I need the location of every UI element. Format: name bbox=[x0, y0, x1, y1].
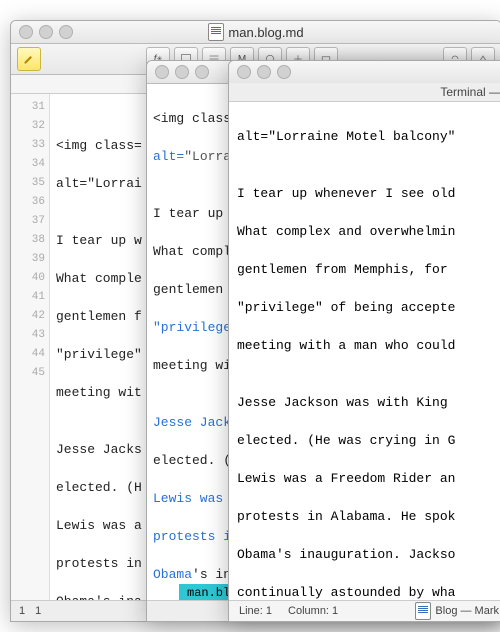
window-controls bbox=[19, 25, 73, 39]
status-column: Column: 1 bbox=[288, 605, 338, 617]
zoom-icon[interactable] bbox=[277, 65, 291, 79]
titlebar[interactable]: man.blog.md bbox=[11, 21, 500, 44]
close-icon[interactable] bbox=[155, 65, 169, 79]
minimize-icon[interactable] bbox=[175, 65, 189, 79]
close-icon[interactable] bbox=[237, 65, 251, 79]
titlebar[interactable] bbox=[229, 61, 500, 84]
window-controls bbox=[155, 65, 209, 79]
terminal-status-bar: Line: 1 Column: 1 Blog — Mark bbox=[229, 600, 500, 621]
zoom-icon[interactable] bbox=[195, 65, 209, 79]
line-gutter: 313233343536373839404142434445 bbox=[11, 94, 50, 622]
status-mode: Blog — Mark bbox=[435, 605, 499, 617]
pencil-icon[interactable] bbox=[17, 47, 41, 71]
close-icon[interactable] bbox=[19, 25, 33, 39]
zoom-icon[interactable] bbox=[59, 25, 73, 39]
minimize-icon[interactable] bbox=[257, 65, 271, 79]
status-col: 1 bbox=[35, 605, 41, 617]
window-controls bbox=[237, 65, 291, 79]
minimize-icon[interactable] bbox=[39, 25, 53, 39]
terminal-body[interactable]: alt="Lorraine Motel balcony" I tear up w… bbox=[229, 102, 500, 622]
terminal-window: Terminal — alt="Lorraine Motel balcony" … bbox=[228, 60, 500, 622]
document-icon bbox=[208, 23, 224, 41]
terminal-title: Terminal — bbox=[440, 85, 500, 99]
status-line: Line: 1 bbox=[239, 605, 272, 617]
window-title: man.blog.md bbox=[228, 25, 303, 40]
document-icon bbox=[415, 602, 431, 620]
status-line: 1 bbox=[19, 605, 25, 617]
code-body[interactable]: <img class= alt="Lorrai I tear up w What… bbox=[50, 94, 148, 622]
terminal-subtitle-bar: Terminal — bbox=[228, 83, 500, 102]
